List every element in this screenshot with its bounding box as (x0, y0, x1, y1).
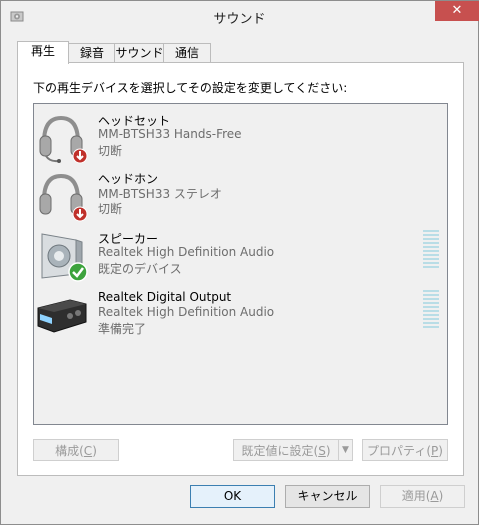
default-check-icon (68, 262, 88, 282)
tab-recording[interactable]: 録音 (68, 43, 116, 63)
device-status: 切断 (98, 144, 123, 158)
device-item[interactable]: スピーカー Realtek High Definition Audio 既定のデ… (34, 230, 447, 288)
device-item[interactable]: Realtek Digital Output Realtek High Defi… (34, 290, 447, 348)
playback-panel: 下の再生デバイスを選択してその設定を変更してください: ヘッドセット MM-BT… (17, 62, 464, 476)
properties-button[interactable]: プロパティ(P) (362, 439, 448, 461)
tab-communications[interactable]: 通信 (163, 43, 211, 63)
tab-playback[interactable]: 再生 (17, 41, 69, 64)
device-description: MM-BTSH33 Hands-Free (98, 127, 242, 141)
device-list[interactable]: ヘッドセット MM-BTSH33 Hands-Free 切断 ヘッドホン MM-… (33, 103, 448, 425)
window-title: サウンド (213, 12, 266, 27)
device-description: Realtek High Definition Audio (98, 305, 275, 319)
apply-button[interactable]: 適用(A) (380, 485, 465, 508)
sound-dialog: サウンド ✕ 再生 録音 サウンド 通信 下の再生デバイスを選択してその設定を変… (0, 0, 479, 525)
cancel-button[interactable]: キャンセル (285, 485, 370, 508)
configure-button[interactable]: 構成(C) (33, 439, 119, 461)
digital-output-icon (37, 299, 87, 333)
device-status: 既定のデバイス (98, 262, 182, 276)
set-default-dropdown-arrow[interactable]: ▼ (339, 439, 353, 461)
device-status: 準備完了 (98, 322, 147, 336)
volume-meter (423, 230, 439, 272)
device-item[interactable]: ヘッドホン MM-BTSH33 ステレオ 切断 (34, 170, 447, 228)
tab-sounds[interactable]: サウンド (114, 43, 165, 63)
device-name: Realtek Digital Output (98, 290, 232, 304)
device-description: Realtek High Definition Audio (98, 245, 275, 259)
close-button[interactable]: ✕ (435, 1, 479, 21)
disconnected-badge-icon (72, 206, 88, 222)
title-bar: サウンド ✕ (1, 1, 479, 31)
disconnected-badge-icon (72, 148, 88, 164)
set-default-button[interactable]: 既定値に設定(S) (233, 439, 339, 461)
device-status: 切断 (98, 202, 123, 216)
volume-meter (423, 290, 439, 332)
instruction-text: 下の再生デバイスを選択してその設定を変更してください: (33, 81, 348, 95)
ok-button[interactable]: OK (190, 485, 275, 508)
device-item[interactable]: ヘッドセット MM-BTSH33 Hands-Free 切断 (34, 112, 447, 170)
